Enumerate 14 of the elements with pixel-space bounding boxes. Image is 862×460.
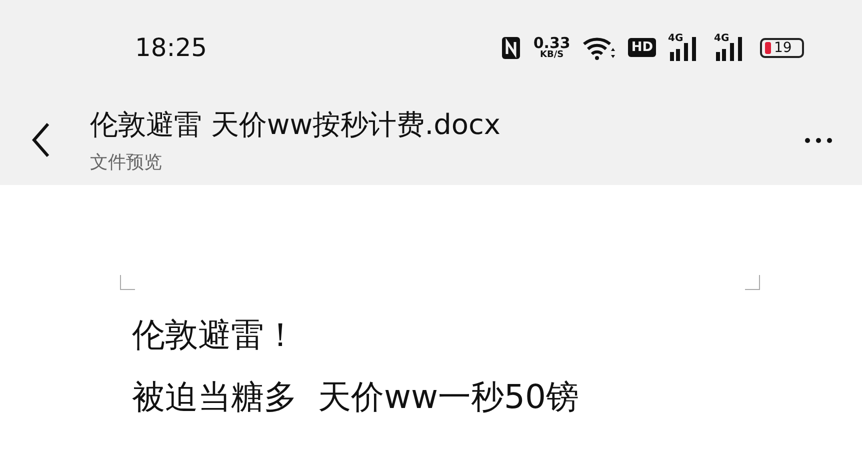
hd-badge: HD [628,38,656,57]
battery-level: 19 [774,40,792,54]
paragraph: 伦敦避雷！ [132,315,298,355]
document-subtitle: 文件预览 [90,151,163,174]
network-type: 4G [714,32,730,44]
wifi-icon [582,36,616,60]
clock: 18:25 [135,33,208,62]
nfc-icon [501,36,522,60]
network-speed: 0.33 [533,36,570,50]
network-type: 4G [668,32,684,44]
speed-unit: KB/S [540,50,564,60]
charge-level-icon [765,42,771,54]
paragraph: 被迫当糖多 天价ww一秒50镑 [132,376,580,416]
document-title: 伦敦避雷 天价ww按秒计费.docx [90,107,500,143]
